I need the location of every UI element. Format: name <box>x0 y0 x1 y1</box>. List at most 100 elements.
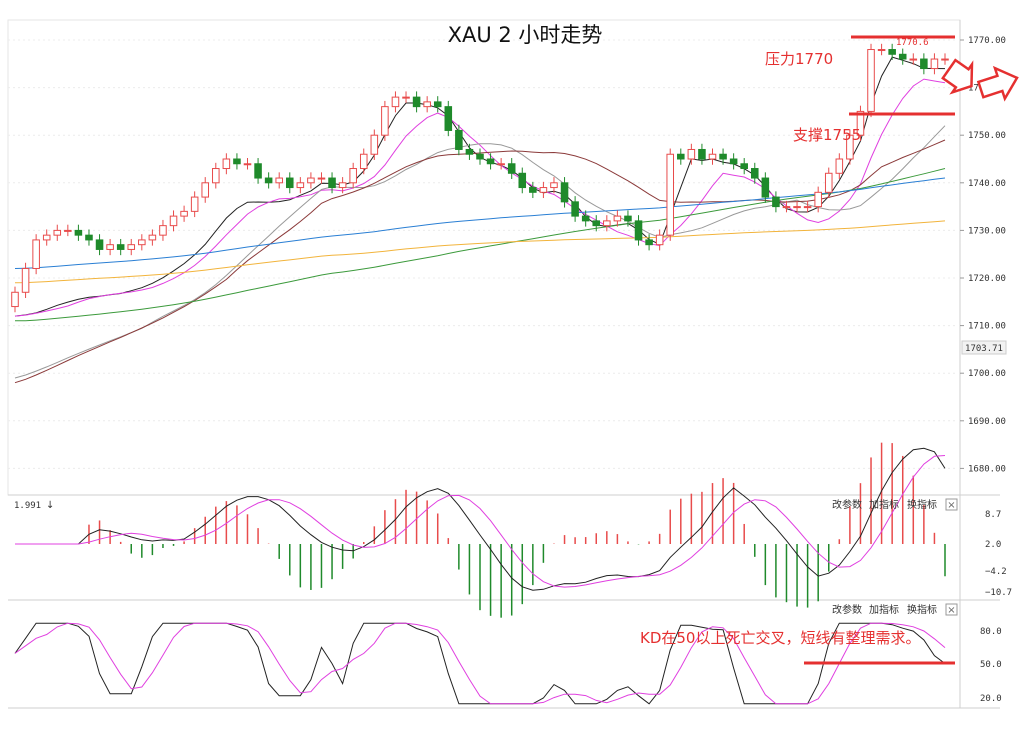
candle-body <box>391 96 400 108</box>
candle-body <box>296 182 305 189</box>
candle-body <box>920 58 928 70</box>
ma-line-green <box>14 168 946 322</box>
candle-body <box>941 58 949 61</box>
kd-annotation: KD在50以上死亡交叉，短线有整理需求。 <box>640 629 920 647</box>
macd-switch-indicator-button[interactable]: 换指标 <box>907 498 937 511</box>
candle-body <box>772 196 780 208</box>
ma-line-magenta <box>14 78 946 317</box>
resistance-label: 压力1770 <box>765 50 833 68</box>
candle-body <box>349 168 357 184</box>
candle-body <box>486 158 495 165</box>
candle-body <box>74 229 83 236</box>
candle-body <box>53 229 62 236</box>
candle-body <box>560 182 569 203</box>
candle-body <box>233 158 241 165</box>
candle-body <box>402 96 410 99</box>
candle-body <box>634 220 643 241</box>
candle-body <box>877 49 886 52</box>
kd-tick-label: 50.0 <box>980 660 1002 670</box>
candle-body <box>708 153 717 160</box>
candle-body <box>85 234 93 241</box>
candle-body <box>719 153 727 160</box>
price-tick-label: 1740.00 <box>968 179 1006 189</box>
ma-line-black <box>14 56 946 317</box>
candle-body <box>328 177 336 189</box>
candle-body <box>338 182 347 189</box>
candle-body <box>909 58 918 61</box>
candle-body <box>761 177 770 198</box>
last-price-label: 1703.71 <box>965 344 1003 354</box>
candle-body <box>285 177 294 189</box>
candle-body <box>106 244 114 250</box>
candle-body <box>793 206 801 209</box>
candle-body <box>518 172 527 189</box>
candle-body <box>888 49 896 55</box>
support-label: 支撑1755 <box>793 126 861 144</box>
candle-body <box>359 153 368 170</box>
candle-body <box>412 96 421 108</box>
high-price-label: 1770.6 <box>896 38 929 48</box>
candle-body <box>782 206 791 209</box>
candle-body <box>824 172 833 193</box>
macd-params-button[interactable]: 改参数 <box>832 498 862 511</box>
candle-body <box>655 234 664 246</box>
candle-body <box>930 58 939 70</box>
candle-body <box>32 239 40 269</box>
candle-body <box>444 106 453 131</box>
price-tick-label: 1710.00 <box>968 322 1006 332</box>
candle-body <box>307 177 315 184</box>
price-axis-labels: 1770.001760.001750.001740.001730.001720.… <box>968 36 1006 474</box>
grid-lines <box>8 39 964 469</box>
candle-body <box>275 177 283 184</box>
macd-tick-label: −4.2 <box>985 567 1007 577</box>
price-tick-label: 1770.00 <box>968 36 1006 46</box>
candlesticks <box>11 43 949 313</box>
candle-body <box>317 177 326 180</box>
candle-body <box>95 239 104 250</box>
candle-body <box>455 129 463 150</box>
candle-body <box>423 101 431 108</box>
kd-tick-label: 20.0 <box>980 694 1002 704</box>
candle-body <box>433 101 442 108</box>
kd-switch-indicator-button[interactable]: 换指标 <box>907 603 937 616</box>
right-arrow-icon <box>976 65 1019 102</box>
candle-body <box>201 182 210 198</box>
candle-body <box>370 134 379 155</box>
candle-body <box>159 225 167 236</box>
candle-body <box>180 210 188 217</box>
candle-body <box>212 168 220 184</box>
candle-body <box>465 148 474 155</box>
candle-body <box>148 234 157 241</box>
candle-body <box>529 187 537 193</box>
kd-add-indicator-button[interactable]: 加指标 <box>869 603 899 616</box>
candle-body <box>677 153 685 160</box>
candle-body <box>64 229 72 232</box>
candle-body <box>507 163 516 174</box>
price-tick-label: 1680.00 <box>968 464 1006 474</box>
candle-body <box>21 267 30 293</box>
candle-body <box>571 201 579 217</box>
close-icon: × <box>947 605 955 616</box>
macd-tick-label: 2.0 <box>985 540 1001 550</box>
candle-body <box>222 158 231 170</box>
candle-body <box>803 206 812 209</box>
macd-add-indicator-button[interactable]: 加指标 <box>869 498 899 511</box>
candle-body <box>687 148 696 160</box>
candle-body <box>729 158 738 165</box>
candle-body <box>603 220 611 227</box>
kd-params-button[interactable]: 改参数 <box>832 603 862 616</box>
candle-body <box>190 196 199 212</box>
close-icon: × <box>947 500 955 511</box>
candle-body <box>497 163 505 166</box>
candle-body <box>898 53 907 60</box>
macd-tick-label: 8.7 <box>985 510 1001 520</box>
candle-body <box>666 153 675 236</box>
macd-panel: 8.7 2.0 −4.2 −10.7 <box>15 442 1012 618</box>
candle-body <box>835 158 844 174</box>
price-tick-label: 1750.00 <box>968 131 1006 141</box>
candle-body <box>550 182 558 189</box>
candle-body <box>243 163 252 166</box>
moving-average-lines <box>14 56 946 384</box>
candle-body <box>42 234 51 241</box>
candle-body <box>624 215 632 222</box>
